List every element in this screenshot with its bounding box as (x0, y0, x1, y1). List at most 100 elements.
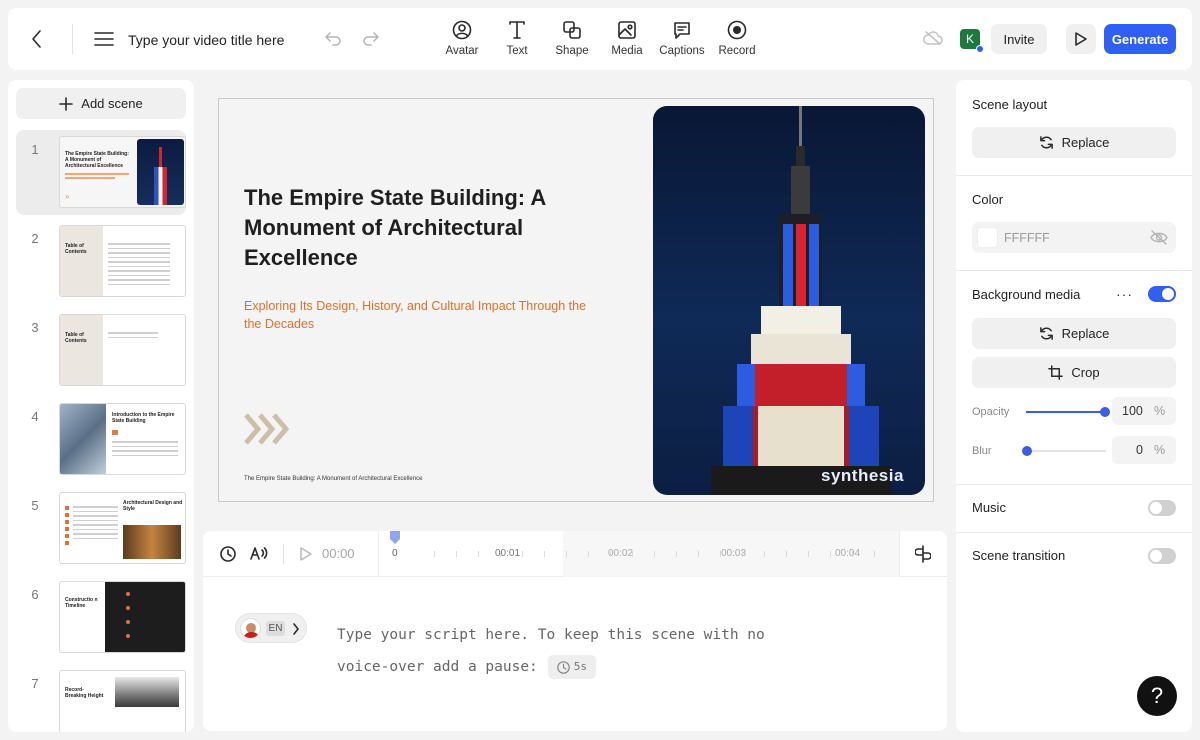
opacity-label: Opacity (972, 406, 1010, 418)
split-scene-icon[interactable] (915, 545, 931, 563)
invite-button[interactable]: Invite (991, 24, 1047, 54)
color-heading: Color (972, 192, 1004, 207)
scene-thumbnail: Architectural Design and Style (59, 492, 186, 564)
generate-button[interactable]: Generate (1104, 24, 1176, 54)
pause-duration: 5s (573, 660, 588, 673)
scene-thumbnail: The Empire State Building: A Monument of… (59, 136, 186, 208)
play-icon (1075, 32, 1087, 46)
playhead[interactable] (389, 531, 401, 545)
timeline-ticks (413, 551, 883, 557)
clock-icon[interactable] (220, 546, 236, 562)
scene-thumb-title: Architectural Design and Style (123, 500, 183, 512)
crop-label: Crop (1071, 365, 1100, 380)
captions-icon (674, 22, 690, 39)
current-time: 00:00 (322, 546, 355, 561)
plus-icon (59, 96, 74, 111)
opacity-slider-thumb[interactable] (1100, 407, 1110, 417)
crop-button[interactable]: Crop (972, 357, 1176, 388)
blur-input[interactable]: 0 % (1112, 436, 1176, 464)
opacity-slider-track[interactable] (1026, 411, 1106, 413)
color-swatch[interactable] (977, 227, 998, 248)
replace-layout-button[interactable]: Replace (972, 127, 1176, 158)
scene-number: 6 (31, 587, 39, 602)
scene-thumb-title: Introduction to the Empire State Buildin… (112, 412, 175, 424)
text-tool[interactable]: Text (487, 16, 547, 57)
crop-icon (1048, 365, 1064, 380)
scene-transition-toggle[interactable] (1148, 548, 1176, 564)
scene-item-5[interactable]: 5 Architectural Design and Style (16, 486, 186, 566)
script-placeholder-line-1: Type your script here. To keep this scen… (337, 627, 765, 643)
captions-tool[interactable]: Captions (652, 16, 712, 57)
record-icon (727, 20, 747, 40)
scene-number: 4 (31, 409, 39, 424)
back-icon[interactable] (30, 29, 44, 49)
preview-play-button[interactable] (1066, 24, 1096, 54)
color-hex-value[interactable]: FFFFFF (1004, 231, 1050, 245)
avatar-language-chip[interactable]: EN (235, 613, 307, 643)
scene-layout-heading: Scene layout (972, 97, 1048, 112)
tool-label-text: Text (506, 45, 528, 57)
blur-slider-thumb[interactable] (1022, 446, 1032, 456)
music-heading: Music (972, 500, 1006, 515)
scene-item-4[interactable]: 4 Introduction to the Empire State Build… (16, 397, 186, 477)
shape-tool[interactable]: Shape (542, 16, 602, 57)
scene-thumb-title: Table of Contents (65, 332, 87, 344)
scene-number: 7 (31, 676, 39, 691)
opacity-unit: % (1154, 404, 1166, 418)
scene-thumbnail: Table of Contents (59, 225, 186, 297)
pause-chip[interactable]: 5s (547, 655, 597, 679)
slide-title[interactable]: The Empire State Building: A Monument of… (244, 183, 564, 273)
scene-thumb-title: The Empire State Building: A Monument of… (65, 151, 129, 169)
avatar-tool[interactable]: Avatar (432, 16, 492, 57)
music-toggle[interactable] (1148, 500, 1176, 516)
scene-thumbnail: Constructio n Timeline (59, 581, 186, 653)
scene-item-6[interactable]: 6 Constructio n Timeline (16, 575, 186, 655)
media-icon (618, 21, 636, 39)
blur-slider-track[interactable] (1026, 450, 1106, 452)
scene-item-2[interactable]: 2 Table of Contents (16, 219, 186, 299)
add-scene-button[interactable]: Add scene (16, 88, 186, 119)
scene-thumb-title: Constructio n Timeline (65, 597, 98, 609)
scene-item-3[interactable]: 3 Table of Contents (16, 308, 186, 388)
media-tool[interactable]: Media (597, 16, 657, 57)
replace-label: Replace (1061, 135, 1110, 150)
tool-label-avatar: Avatar (445, 45, 479, 57)
script-text-area[interactable]: Type your script here. To keep this scen… (337, 619, 765, 683)
video-title-input[interactable]: Type your video title here (128, 32, 284, 48)
tool-label-shape: Shape (555, 45, 589, 57)
timeline-bar: 00:00 0 00:01 00:02 00:03 00:04 (203, 531, 947, 577)
shape-icon (563, 21, 581, 39)
scene-thumbnail: Table of Contents (59, 314, 186, 386)
synthesia-watermark: synthesia (821, 466, 904, 485)
scenes-panel: Add scene 1 The Empire State Building: A… (8, 80, 194, 732)
empire-state-image[interactable]: synthesia (653, 106, 925, 495)
redo-icon[interactable] (362, 30, 380, 46)
voice-speed-icon[interactable] (250, 545, 268, 561)
scene-number: 3 (31, 320, 39, 335)
scene-item-1[interactable]: 1 The Empire State Building: A Monument … (16, 130, 186, 215)
opacity-input[interactable]: 100 % (1112, 397, 1176, 425)
scene-number: 2 (31, 231, 39, 246)
scene-canvas[interactable]: The Empire State Building: A Monument of… (218, 98, 934, 502)
background-media-toggle[interactable] (1148, 286, 1176, 302)
scene-thumbnail: Record-Breaking Height (59, 670, 186, 732)
timeline-play-icon[interactable] (299, 546, 313, 562)
slide-subtitle[interactable]: Exploring Its Design, History, and Cultu… (244, 297, 594, 333)
tool-label-record: Record (718, 45, 756, 57)
divider (72, 24, 73, 54)
scene-thumbnail: Introduction to the Empire State Buildin… (59, 403, 186, 475)
record-tool[interactable]: Record (707, 16, 767, 57)
scene-item-7[interactable]: 7 Record-Breaking Height (16, 664, 186, 732)
eye-off-icon[interactable] (1150, 230, 1168, 245)
undo-icon[interactable] (324, 30, 342, 46)
scene-number: 5 (31, 498, 39, 513)
help-button[interactable]: ? (1137, 676, 1177, 716)
color-field[interactable]: FFFFFF (972, 222, 1176, 253)
add-scene-label: Add scene (81, 96, 143, 111)
background-media-heading: Background media (972, 287, 1081, 302)
menu-icon[interactable] (94, 32, 114, 46)
avatar-thumbnail (240, 618, 261, 639)
more-options-icon[interactable]: ··· (1116, 286, 1133, 302)
replace-media-button[interactable]: Replace (972, 318, 1176, 349)
slide-footer: The Empire State Building: A Monument of… (244, 476, 423, 482)
